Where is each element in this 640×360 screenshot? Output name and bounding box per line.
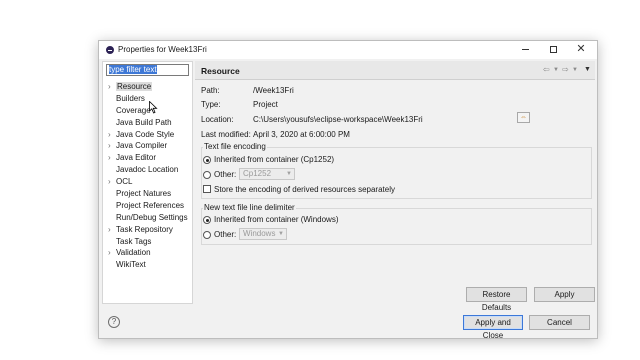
category-item[interactable]: › Java Code Style <box>103 129 192 141</box>
category-item[interactable]: Project References <box>103 200 192 212</box>
restore-defaults-button[interactable]: Restore Defaults <box>466 287 527 312</box>
filter-text: type filter text <box>109 65 157 74</box>
category-item[interactable]: › Java Compiler <box>103 140 192 152</box>
category-item-label: OCL <box>116 177 133 187</box>
chevron-right-icon[interactable]: › <box>108 224 111 236</box>
category-item[interactable]: › Task Repository <box>103 224 192 236</box>
delimiter-other-label: Other: <box>214 230 237 239</box>
category-item[interactable]: › Java Editor <box>103 152 192 164</box>
store-encoding-checkbox[interactable] <box>203 185 211 193</box>
apply-button[interactable]: Apply <box>534 287 595 302</box>
category-item-label: Javadoc Location <box>116 165 179 175</box>
cancel-button[interactable]: Cancel <box>529 315 590 330</box>
store-encoding-label: Store the encoding of derived resources … <box>214 185 395 194</box>
category-item-label: Run/Debug Settings <box>116 212 188 222</box>
folder-link-icon: ⇔ <box>520 114 527 121</box>
encoding-other-label: Other: <box>214 170 237 179</box>
category-item-label: Java Editor <box>116 153 157 163</box>
resource-page: Resource ⇦ ▼ ⇨ ▼ ▼ Path: /Week13Fri Type… <box>195 61 595 312</box>
category-item[interactable]: Javadoc Location <box>103 164 192 176</box>
title-bar: Properties for Week13Fri ✕ <box>99 41 597 59</box>
category-item[interactable]: Project Natures <box>103 188 192 200</box>
chevron-down-icon: ▼ <box>286 171 292 177</box>
type-value: Project <box>253 100 278 109</box>
show-in-explorer-button[interactable]: ⇔ <box>517 112 530 123</box>
chevron-right-icon[interactable]: › <box>108 81 111 93</box>
category-item[interactable]: › Validation <box>103 247 192 259</box>
delimiter-other-value: Windows <box>243 229 276 238</box>
path-value: /Week13Fri <box>253 86 294 95</box>
forward-dropdown-icon[interactable]: ▼ <box>572 67 578 73</box>
eclipse-icon <box>106 46 114 54</box>
encoding-inherited-label: Inherited from container (Cp1252) <box>214 155 335 164</box>
category-item[interactable]: › Resource <box>103 81 192 93</box>
maximize-icon <box>549 46 557 53</box>
category-item[interactable]: Coverage <box>103 105 192 117</box>
category-tree-pane: type filter text › Resource Builders Covera… <box>102 61 193 304</box>
location-label: Location: <box>201 115 234 124</box>
forward-arrow-icon[interactable]: ⇨ <box>562 65 569 74</box>
chevron-right-icon[interactable]: › <box>108 140 111 152</box>
category-item-label: Resource <box>116 82 153 91</box>
category-item[interactable]: Run/Debug Settings <box>103 212 192 224</box>
chevron-right-icon[interactable]: › <box>108 129 111 141</box>
delimiter-group-title: New text file line delimiter <box>203 203 296 212</box>
category-item-label: Coverage <box>116 105 151 115</box>
category-tree: › Resource Builders Coverage Java Build Path… <box>103 81 192 271</box>
close-icon: ✕ <box>576 43 586 55</box>
category-item[interactable]: Task Tags <box>103 236 192 248</box>
back-arrow-icon[interactable]: ⇦ <box>543 65 550 74</box>
delimiter-inherited-radio[interactable] <box>203 216 211 224</box>
category-item-label: Task Repository <box>116 224 173 234</box>
page-title: Resource <box>201 66 240 76</box>
apply-and-close-button[interactable]: Apply and Close <box>463 315 523 340</box>
category-item-label: Project References <box>116 200 185 210</box>
modified-label: Last modified: <box>201 130 251 139</box>
category-item-label: Java Build Path <box>116 117 172 127</box>
encoding-other-combo[interactable]: Cp1252 ▼ <box>239 168 295 180</box>
encoding-group-title: Text file encoding <box>203 142 267 151</box>
delimiter-other-radio[interactable] <box>203 231 211 239</box>
minimize-button[interactable] <box>517 43 533 56</box>
minimize-icon <box>521 49 529 50</box>
category-item-label: Validation <box>116 248 151 258</box>
delimiter-other-combo[interactable]: Windows ▼ <box>239 228 287 240</box>
chevron-right-icon[interactable]: › <box>108 176 111 188</box>
delimiter-inherited-label: Inherited from container (Windows) <box>214 215 339 224</box>
category-item-label: WikiText <box>116 260 146 270</box>
category-item[interactable]: WikiText <box>103 259 192 271</box>
back-dropdown-icon[interactable]: ▼ <box>553 67 559 73</box>
category-item-label: Java Code Style <box>116 129 175 139</box>
path-label: Path: <box>201 86 220 95</box>
category-item-label: Java Compiler <box>116 141 168 151</box>
chevron-down-icon: ▼ <box>278 231 284 237</box>
category-item[interactable]: › OCL <box>103 176 192 188</box>
category-item-label: Task Tags <box>116 236 152 246</box>
view-menu-icon[interactable]: ▼ <box>584 66 591 73</box>
encoding-other-radio[interactable] <box>203 171 211 179</box>
filter-input[interactable]: type filter text <box>106 64 189 76</box>
chevron-right-icon[interactable]: › <box>108 247 111 259</box>
close-button[interactable]: ✕ <box>573 43 589 56</box>
type-label: Type: <box>201 100 221 109</box>
page-header: Resource ⇦ ▼ ⇨ ▼ ▼ <box>195 61 595 80</box>
location-value: C:\Users\yousufs\eclipse-workspace\Week1… <box>253 115 423 124</box>
chevron-right-icon[interactable]: › <box>108 152 111 164</box>
category-item-label: Builders <box>116 93 145 103</box>
category-item[interactable]: Builders <box>103 93 192 105</box>
window-title: Properties for Week13Fri <box>118 45 207 54</box>
maximize-button[interactable] <box>545 43 561 56</box>
encoding-other-value: Cp1252 <box>243 169 272 178</box>
category-item[interactable]: Java Build Path <box>103 117 192 129</box>
category-item-label: Project Natures <box>116 189 172 199</box>
properties-dialog: Properties for Week13Fri ✕ type filter t… <box>98 40 598 340</box>
modified-value: April 3, 2020 at 6:00:00 PM <box>253 130 350 139</box>
encoding-inherited-radio[interactable] <box>203 156 211 164</box>
help-icon[interactable]: ? <box>108 316 120 328</box>
